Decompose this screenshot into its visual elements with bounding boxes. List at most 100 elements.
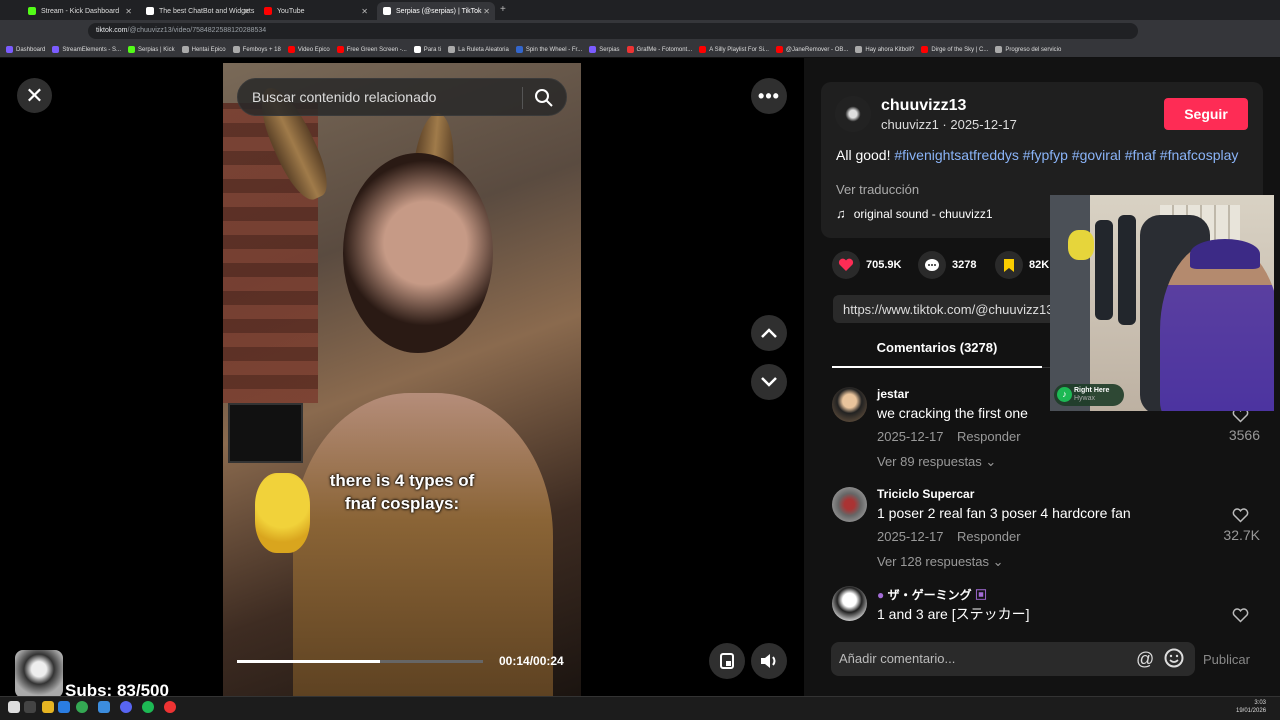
discord-icon[interactable] xyxy=(120,701,132,713)
volume-button[interactable] xyxy=(751,643,787,679)
commenter-avatar[interactable] xyxy=(832,487,867,522)
hashtag[interactable]: #fnaf xyxy=(1125,147,1156,163)
bookmark-label: Serpias | Kick xyxy=(138,46,175,53)
author-username[interactable]: chuuvizz13 xyxy=(881,97,966,115)
bookmark-item[interactable]: Dirge of the Sky | C... xyxy=(921,46,988,53)
active-tab-indicator xyxy=(832,366,1042,368)
commenter-name[interactable]: Triciclo Supercar xyxy=(877,487,974,501)
bookmark-label: La Ruleta Aleatoria xyxy=(458,46,509,53)
bookmark-item[interactable]: Spin the Wheel - Fr... xyxy=(515,46,582,53)
bookmark-item[interactable]: Video Epico xyxy=(287,46,330,53)
comment-text: 1 and 3 are [ステッカー] xyxy=(877,606,1030,622)
bookmark-item[interactable]: Dashboard xyxy=(6,46,45,53)
author-avatar[interactable] xyxy=(835,96,871,132)
browser-tab-chatbot[interactable]: The best ChatBot and Widgets ✕ xyxy=(140,2,255,20)
bookmark-item[interactable]: Hay ahora Kitboll? xyxy=(855,46,914,53)
hashtag[interactable]: #fnafcosplay xyxy=(1160,147,1239,163)
bookmark-item[interactable]: Hentai Epico xyxy=(181,46,226,53)
close-button[interactable]: ✕ xyxy=(17,78,52,113)
previous-video-button[interactable] xyxy=(751,315,787,351)
follow-button[interactable]: Seguir xyxy=(1164,98,1248,130)
bookmark-item[interactable]: A Silly Playlist For Si... xyxy=(699,46,769,53)
view-replies-button[interactable]: Ver 89 respuestas ⌄ xyxy=(877,454,996,470)
browser-tab-youtube[interactable]: YouTube ✕ xyxy=(258,2,373,20)
sound-link[interactable]: ♫ original sound - chuuvizz1 xyxy=(836,206,993,221)
save-button[interactable]: 82K xyxy=(995,251,1049,279)
file-explorer-icon[interactable] xyxy=(42,701,54,713)
webcam-cap xyxy=(1190,239,1260,269)
bookmark-item[interactable]: Para ti xyxy=(413,46,441,53)
mini-player-button[interactable] xyxy=(709,643,745,679)
reply-button[interactable]: Responder xyxy=(957,429,1021,444)
bookmark-label: Femboys + 18 xyxy=(242,46,281,53)
taskbar-app-icon[interactable] xyxy=(98,701,110,713)
bookmark-label: Dashboard xyxy=(16,46,46,53)
bookmark-item[interactable]: @JaneRemover - OB... xyxy=(775,46,849,53)
bookmark-favicon-icon xyxy=(128,46,136,53)
bookmark-label: Free Green Screen -... xyxy=(346,46,407,53)
spotify-icon[interactable] xyxy=(142,701,154,713)
comment-button[interactable]: 3278 xyxy=(918,251,976,279)
url-field[interactable]: tiktok.com/@chuuvizz13/video/75848225881… xyxy=(88,23,1138,39)
obs-icon[interactable] xyxy=(164,701,176,713)
bookmark-item[interactable]: Femboys + 18 xyxy=(232,46,281,53)
publish-button[interactable]: Publicar xyxy=(1203,652,1250,667)
commenter-name[interactable]: ● ザ・ゲーミング ▣ xyxy=(877,586,987,603)
bookmark-item[interactable]: Serpias xyxy=(589,46,620,53)
browser-tab-tiktok[interactable]: Serpias (@serpias) | TikTok ✕ xyxy=(377,2,495,20)
tab-comments[interactable]: Comentarios (3278) xyxy=(832,340,1042,355)
search-icon[interactable] xyxy=(534,88,554,108)
bookmark-item[interactable]: Free Green Screen -... xyxy=(336,46,407,53)
taskbar-app-icon[interactable] xyxy=(58,701,70,713)
close-tab-icon[interactable]: ✕ xyxy=(125,7,132,16)
comment-text: we cracking the first one xyxy=(877,405,1028,421)
bookmark-favicon-icon xyxy=(855,46,863,53)
bookmark-item[interactable]: Serpias | Kick xyxy=(128,46,175,53)
bookmark-favicon-icon xyxy=(6,46,13,53)
close-tab-icon[interactable]: ✕ xyxy=(361,7,368,16)
translate-link[interactable]: Ver traducción xyxy=(836,182,919,197)
bookmark-item[interactable]: La Ruleta Aleatoria xyxy=(448,46,509,53)
windows-start-icon[interactable] xyxy=(8,701,20,713)
windows-taskbar xyxy=(0,696,1280,720)
bookmark-label: Hay ahora Kitboll? xyxy=(865,46,915,53)
commenter-name[interactable]: jestar xyxy=(877,387,909,401)
hashtag[interactable]: #goviral xyxy=(1072,147,1121,163)
chrome-icon[interactable] xyxy=(76,701,88,713)
cosplayer-body xyxy=(293,393,553,696)
close-tab-icon[interactable]: ✕ xyxy=(483,7,490,16)
search-taskbar-icon[interactable] xyxy=(24,701,36,713)
search-divider xyxy=(522,87,523,109)
like-button[interactable]: 705.9K xyxy=(832,251,901,279)
kick-icon xyxy=(28,7,36,15)
browser-tab-kick[interactable]: Stream - Kick Dashboard ✕ xyxy=(22,2,137,20)
close-tab-icon[interactable]: ✕ xyxy=(243,7,250,16)
bookmark-item[interactable]: GrafMe - Fotomont... xyxy=(626,46,692,53)
mini-player-icon xyxy=(720,653,734,669)
bookmark-item[interactable]: StreamElements - S... xyxy=(52,46,121,53)
url-domain: tiktok.com xyxy=(96,27,128,34)
related-search-input[interactable]: Buscar contenido relacionado xyxy=(237,78,567,116)
reply-button[interactable]: Responder xyxy=(957,529,1021,544)
new-tab-button[interactable]: + xyxy=(500,4,506,15)
comment-like-icon[interactable] xyxy=(1232,508,1249,523)
video-progress-bar[interactable] xyxy=(237,660,483,663)
close-icon: ✕ xyxy=(25,82,44,108)
next-video-button[interactable] xyxy=(751,364,787,400)
bookmark-favicon-icon xyxy=(336,46,344,53)
bookmark-favicon-icon xyxy=(775,46,783,53)
view-replies-button[interactable]: Ver 128 respuestas ⌄ xyxy=(877,554,1004,570)
mention-icon[interactable]: @ xyxy=(1136,649,1154,670)
author-handle-date: chuuvizz1 · 2025-12-17 xyxy=(881,117,1017,132)
hashtag[interactable]: #fypfyp xyxy=(1023,147,1068,163)
more-options-button[interactable]: ••• xyxy=(751,78,787,114)
comment-like-icon[interactable] xyxy=(1232,608,1249,623)
commenter-avatar[interactable] xyxy=(832,387,867,422)
bookmark-item[interactable]: Progreso del servicio xyxy=(995,46,1061,53)
commenter-avatar[interactable] xyxy=(832,586,867,621)
emoji-icon[interactable] xyxy=(1164,648,1184,668)
bookmark-label: @JaneRemover - OB... xyxy=(785,46,849,53)
video-player[interactable]: there is 4 types of fnaf cosplays: xyxy=(223,63,581,696)
taskbar-clock: 3:03 19/01/2026 xyxy=(1236,700,1267,714)
hashtag[interactable]: #fivenightsatfreddys xyxy=(894,147,1019,163)
